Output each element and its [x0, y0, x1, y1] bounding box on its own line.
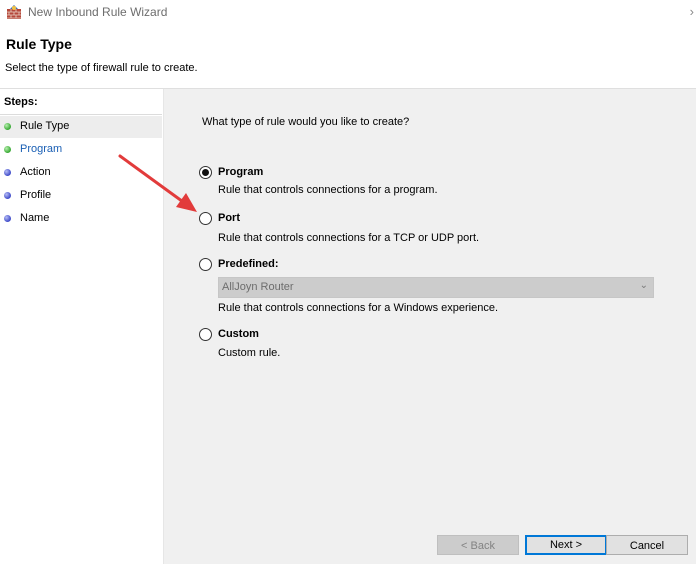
program-option-description: Rule that controls connections for a pro… [218, 184, 438, 196]
step-label: Program [20, 143, 63, 155]
cancel-button[interactable]: Cancel [606, 535, 688, 555]
custom-option-description: Custom rule. [218, 347, 281, 359]
firewall-app-icon [7, 5, 21, 19]
program-radio[interactable] [199, 166, 212, 179]
steps-panel: Steps: Rule Type Program Action Profile … [0, 89, 164, 564]
step-complete-bullet-icon [4, 146, 11, 153]
custom-option-label[interactable]: Custom [218, 328, 259, 340]
port-radio[interactable] [199, 212, 212, 225]
predefined-select: AllJoyn Router ⌄ [218, 277, 654, 298]
step-profile: Profile [0, 185, 162, 207]
step-name: Name [0, 208, 162, 230]
page-title: Rule Type [6, 36, 72, 52]
step-pending-bullet-icon [4, 215, 11, 222]
page-subtitle: Select the type of firewall rule to crea… [5, 62, 198, 74]
chevron-down-icon: ⌄ [639, 280, 648, 291]
step-label: Profile [20, 189, 52, 201]
custom-radio[interactable] [199, 328, 212, 341]
window-title: New Inbound Rule Wizard [28, 5, 168, 19]
predefined-option-label[interactable]: Predefined: [218, 258, 279, 270]
step-action: Action [0, 162, 162, 184]
next-button[interactable]: Next > [525, 535, 607, 555]
predefined-select-value: AllJoyn Router [222, 281, 294, 293]
rule-type-question: What type of rule would you like to crea… [202, 116, 410, 128]
step-rule-type[interactable]: Rule Type [0, 116, 162, 138]
wizard-header: Rule Type Select the type of firewall ru… [0, 26, 696, 89]
steps-divider [0, 114, 162, 115]
predefined-radio[interactable] [199, 258, 212, 271]
predefined-option-description: Rule that controls connections for a Win… [218, 302, 499, 314]
port-option-label[interactable]: Port [218, 212, 240, 224]
rule-type-content: What type of rule would you like to crea… [164, 89, 696, 564]
step-label: Action [20, 166, 51, 178]
steps-heading: Steps: [4, 96, 38, 108]
back-button[interactable]: < Back [437, 535, 519, 555]
step-program[interactable]: Program [0, 139, 162, 161]
step-pending-bullet-icon [4, 192, 11, 199]
step-label: Rule Type [20, 120, 70, 132]
port-option-description: Rule that controls connections for a TCP… [218, 232, 480, 244]
step-complete-bullet-icon [4, 123, 11, 130]
title-bar: New Inbound Rule Wizard › [0, 0, 696, 26]
step-pending-bullet-icon [4, 169, 11, 176]
step-label: Name [20, 212, 50, 224]
program-option-label[interactable]: Program [218, 166, 263, 178]
close-icon[interactable]: › [690, 4, 694, 19]
